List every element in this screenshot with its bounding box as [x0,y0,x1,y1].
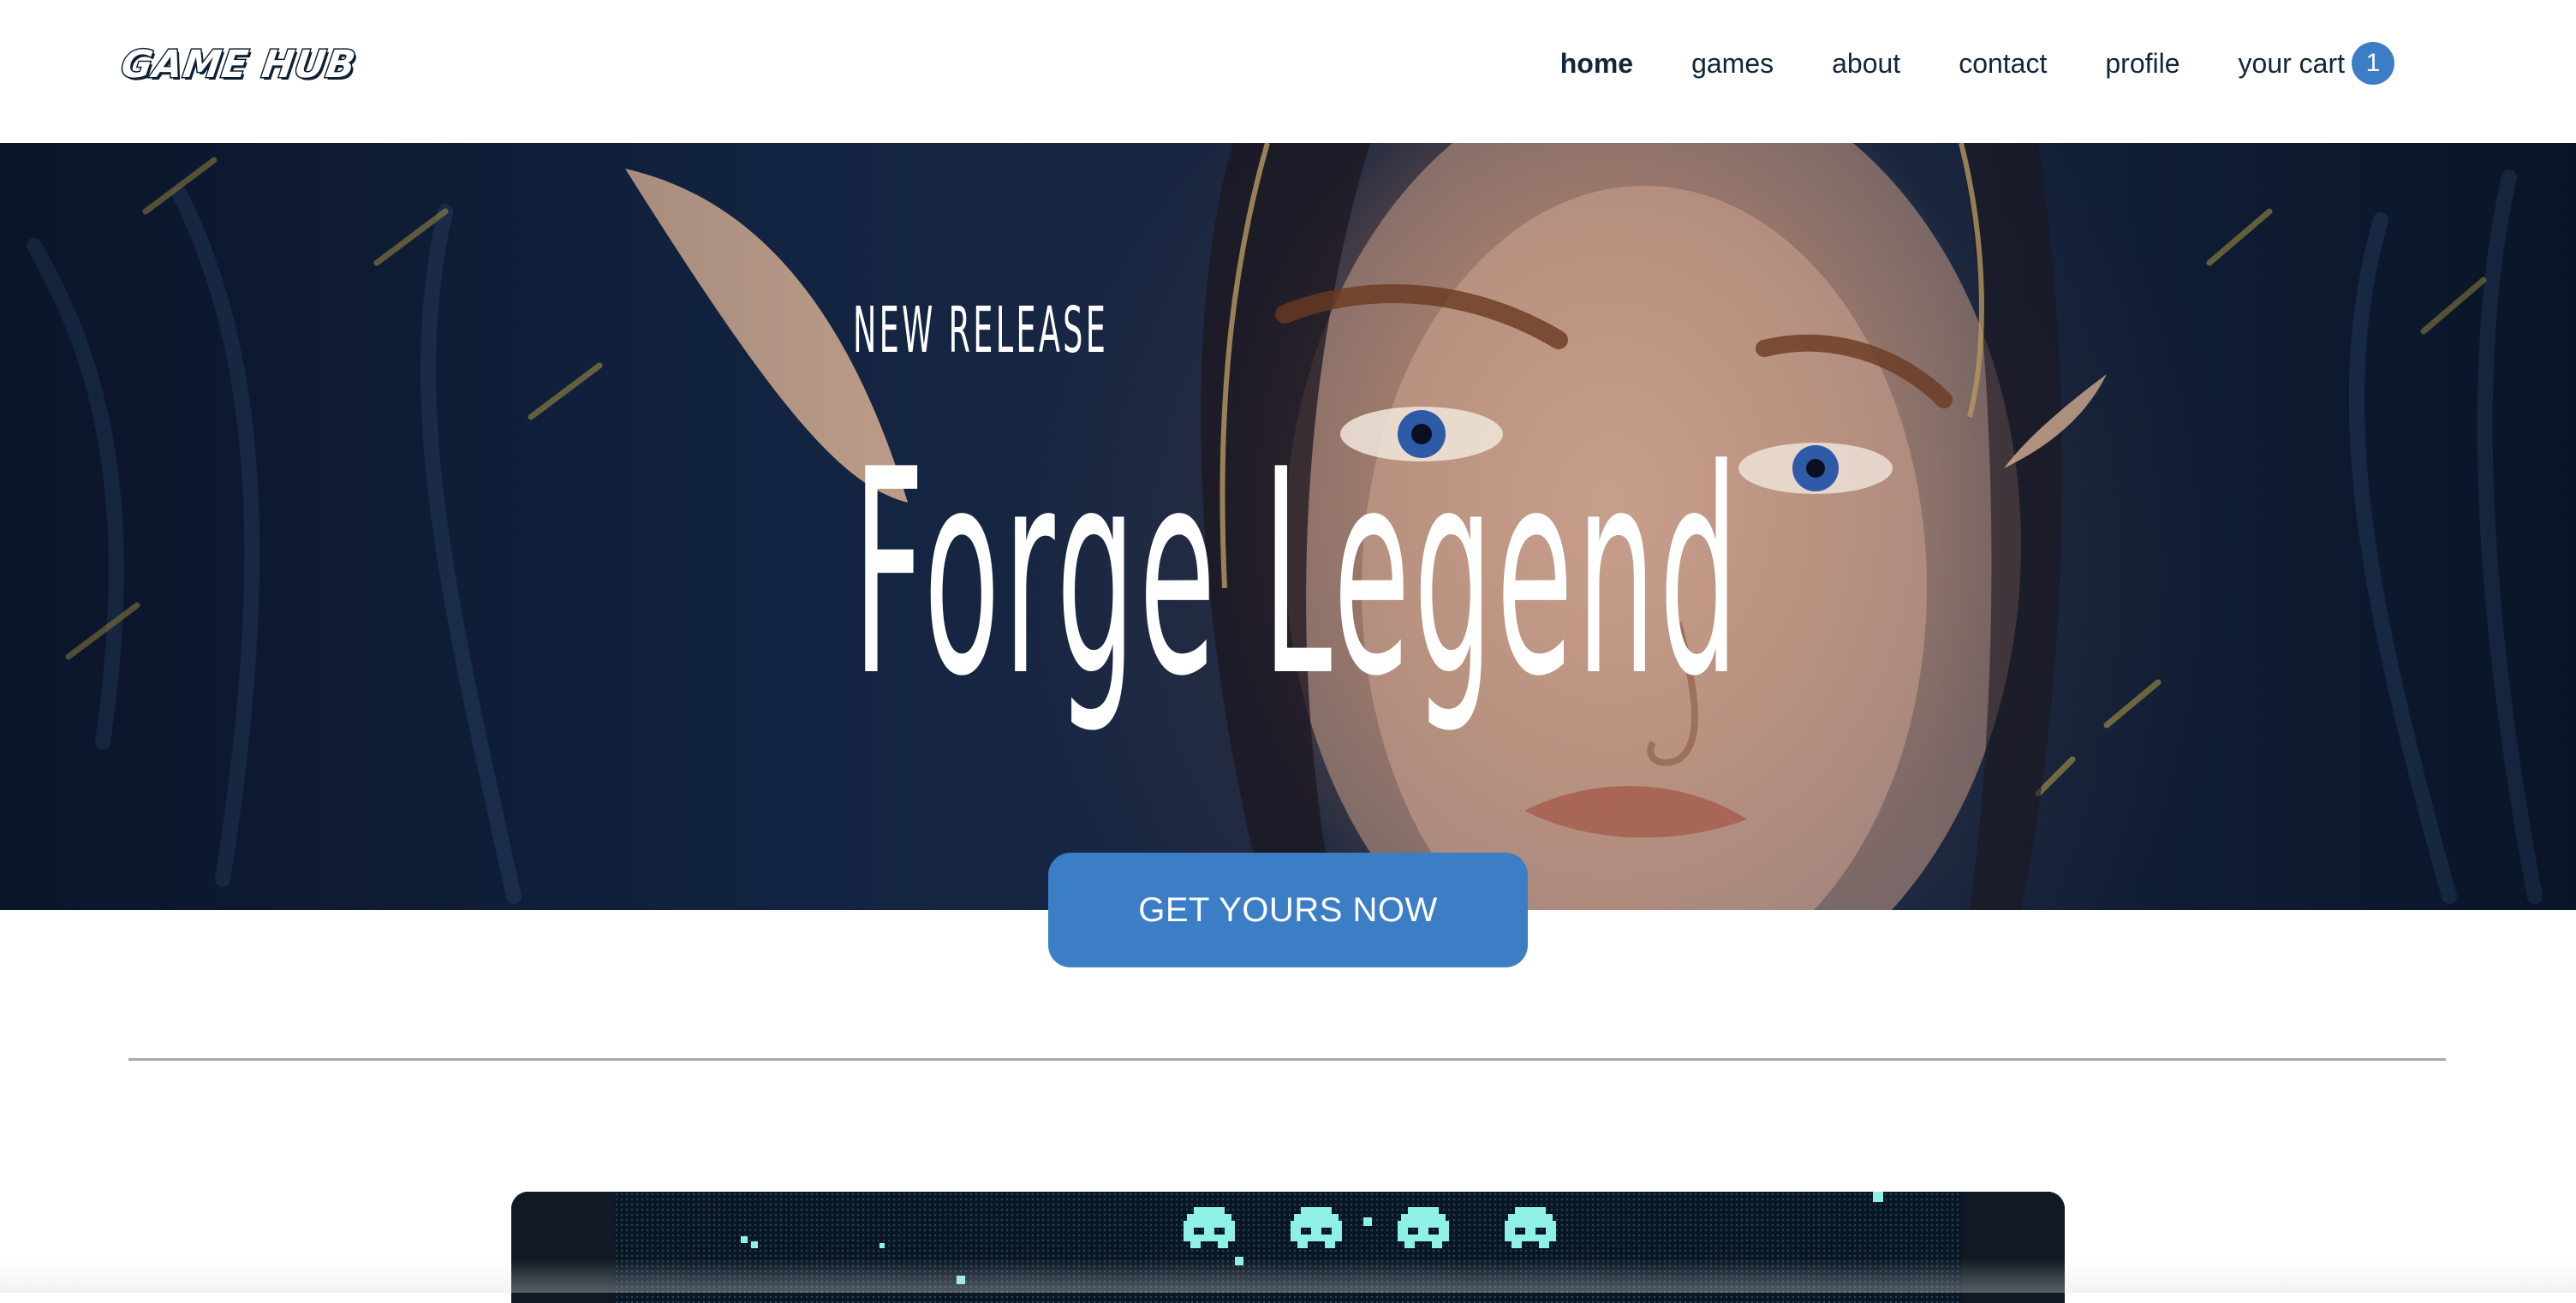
nav-item-contact[interactable]: contact [1959,50,2047,77]
nav-item-cart[interactable]: your cart 1 [2239,42,2394,85]
logo[interactable]: GAME HUB [117,42,361,88]
site-header: GAME HUB home games about contact profil… [0,0,2576,143]
nav-item-profile[interactable]: profile [2105,50,2179,77]
nav-item-home[interactable]: home [1560,50,1633,77]
hero-eyebrow: NEW RELEASE [853,294,1109,367]
cart-count-badge: 1 [2352,42,2394,85]
hero-banner: NEW RELEASE Forge Legend [0,143,2576,910]
section-divider [128,1058,2446,1061]
get-yours-now-button[interactable]: GET YOURS NOW [1048,853,1528,967]
cart-label: your cart [2238,48,2345,79]
hero-title: Forge Legend [853,409,1743,738]
logo-text: GAME HUB [117,42,361,88]
featured-game-card[interactable] [511,1192,2065,1303]
nav-item-about[interactable]: about [1832,50,1900,77]
nav-item-games[interactable]: games [1691,50,1774,77]
featured-game-image [511,1192,2065,1303]
main-nav: home games about contact profile your ca… [1560,39,2394,87]
